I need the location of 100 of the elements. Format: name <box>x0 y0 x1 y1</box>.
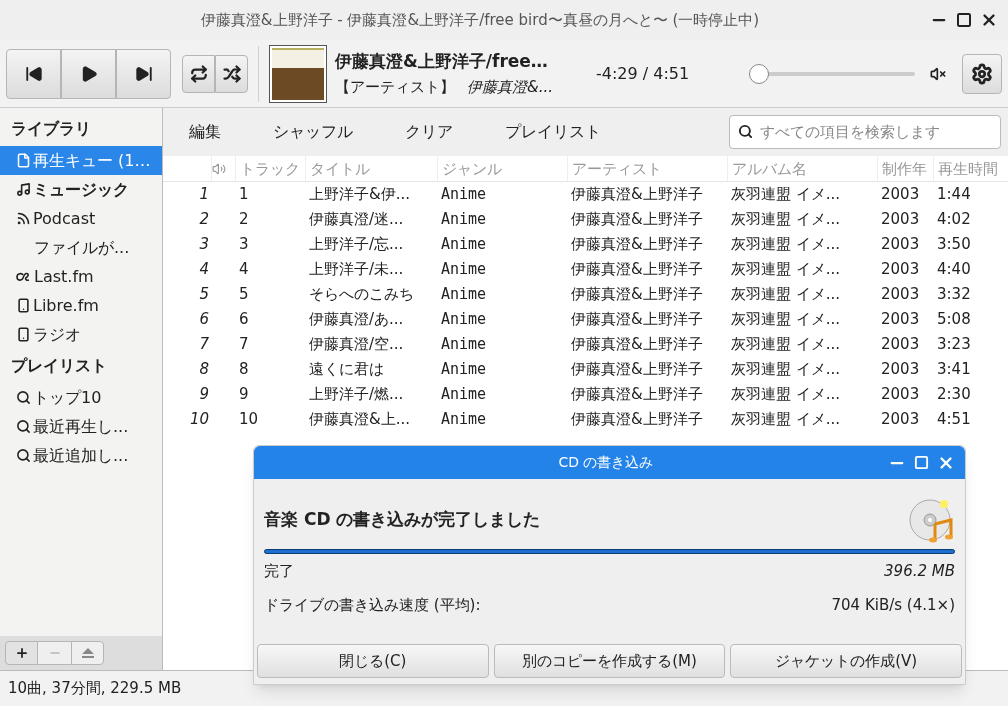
table-cell-text: 2003 <box>880 184 921 206</box>
row-number: 7 <box>198 334 210 356</box>
sidebar-item[interactable]: Last.fm <box>0 262 162 291</box>
seek-slider[interactable] <box>750 63 915 84</box>
table-cell-text: 灰羽連盟 イメ... <box>730 259 842 281</box>
table-cell-text: 伊藤真澄&上野洋子 <box>570 309 704 331</box>
toolbar-button[interactable]: クリア <box>379 112 479 152</box>
table-cell-text: 上野洋子/燃... <box>308 384 405 406</box>
table-cell-text: 2003 <box>880 409 921 431</box>
play-button[interactable] <box>61 48 116 99</box>
speaker-icon <box>212 161 226 176</box>
toolbar-button[interactable]: プレイリスト <box>479 112 627 152</box>
device-icon <box>16 298 31 313</box>
sidebar-item[interactable]: 再生キュー (1… <box>0 146 162 175</box>
sidebar-item[interactable]: Podcast <box>0 204 162 233</box>
sidebar-item[interactable]: ファイルが... <box>0 233 162 262</box>
time-display: -4:29 / 4:51 <box>596 62 691 85</box>
search-icon <box>16 448 31 463</box>
dialog-button[interactable]: 閉じる(C) <box>257 644 489 678</box>
row-number: 9 <box>198 384 210 406</box>
table-cell-text: 伊藤真澄&上... <box>308 409 411 431</box>
eject-icon <box>80 647 95 659</box>
row-number: 2 <box>198 209 210 231</box>
table-cell-text: 5 <box>238 284 250 306</box>
table-cell-text: 上野洋子/未... <box>308 259 405 281</box>
status-bar-text: 10曲, 37分間, 229.5 MB <box>8 678 182 700</box>
toolbar-button[interactable]: シャッフル <box>247 112 379 152</box>
sidebar-item[interactable]: ラジオ <box>0 320 162 349</box>
dialog-button[interactable]: ジャケットの作成(V) <box>730 644 962 678</box>
table-cell-text: 上野洋子/忘... <box>308 234 405 256</box>
toolbar-button[interactable]: 編集 <box>163 112 247 152</box>
track-title: 伊藤真澄&上野洋子/free… <box>335 49 549 73</box>
table-cell-text: 灰羽連盟 イメ... <box>730 359 842 381</box>
table-cell-text: Anime <box>440 259 488 280</box>
table-cell-text: 灰羽連盟 イメ... <box>730 284 842 306</box>
previous-button[interactable] <box>6 48 61 99</box>
rss-icon <box>16 211 31 226</box>
table-cell-text: 1 <box>238 184 250 206</box>
table-cell-text: そらへのこみち <box>308 284 415 306</box>
table-cell-text: Anime <box>440 309 488 330</box>
table-cell-text: 4 <box>238 259 250 281</box>
table-cell-text: 灰羽連盟 イメ... <box>730 384 842 406</box>
sidebar-item[interactable]: Libre.fm <box>0 291 162 320</box>
table-cell-text: 伊藤真澄&上野洋子 <box>570 284 704 306</box>
close-icon[interactable] <box>980 11 998 29</box>
table-cell-text: Anime <box>440 384 488 405</box>
music-note-icon <box>16 182 31 197</box>
speed-label: ドライブの書き込み速度 (平均): <box>264 594 481 616</box>
dialog-button[interactable]: 別のコピーを作成する(M) <box>493 644 726 678</box>
table-cell-text: 伊藤真澄/空... <box>308 334 405 356</box>
table-cell-text: 伊藤真澄/迷... <box>308 209 405 231</box>
row-number: 8 <box>198 359 210 381</box>
table-cell-text: 伊藤真澄&上野洋子 <box>570 259 704 281</box>
artist-label: 【アーティスト】 <box>335 77 455 98</box>
muted-volume-icon[interactable] <box>930 65 946 82</box>
table-cell-text: 灰羽連盟 イメ... <box>730 409 842 431</box>
sidebar-item[interactable]: 最近追加し... <box>0 441 162 470</box>
table-cell-text: 伊藤真澄&上野洋子 <box>570 409 704 431</box>
table-cell-text: Anime <box>440 184 488 205</box>
table-cell-text: 2:30 <box>936 384 972 406</box>
table-cell-text: Anime <box>440 334 488 355</box>
table-cell-text: Anime <box>440 284 488 305</box>
table-cell-text: 伊藤真澄/あ... <box>308 309 405 331</box>
row-number: 10 <box>188 409 210 431</box>
file-icon <box>16 153 31 168</box>
sidebar-heading: プレイリスト <box>10 355 108 377</box>
table-cell-text: 4:40 <box>936 259 972 281</box>
row-number: 6 <box>198 309 210 331</box>
table-cell-text: Anime <box>440 359 488 380</box>
eject-button[interactable] <box>71 641 104 665</box>
table-cell-text: 灰羽連盟 イメ... <box>730 184 842 206</box>
table-cell-text: 2003 <box>880 234 921 256</box>
table-cell-text: 4:51 <box>936 409 972 431</box>
skip-back-icon <box>24 64 43 83</box>
sidebar-item[interactable]: ミュージック <box>0 175 162 204</box>
sidebar-item[interactable]: 最近再生し... <box>0 412 162 441</box>
shuffle-icon <box>222 64 241 83</box>
search-icon <box>16 419 31 434</box>
table-cell-text: 伊藤真澄&上野洋子 <box>570 209 704 231</box>
settings-button[interactable] <box>962 53 1002 94</box>
table-cell-text: 10 <box>238 409 260 431</box>
repeat-icon <box>189 64 208 83</box>
table-cell-text: 3:41 <box>936 359 972 381</box>
search-field[interactable]: すべての項目を検索します <box>729 115 1001 149</box>
table-cell-text: 4:02 <box>936 209 972 231</box>
plus-icon <box>14 646 29 660</box>
table-cell-text: 上野洋子&伊... <box>308 184 411 206</box>
maximize-icon[interactable] <box>956 12 972 28</box>
table-cell-text: 9 <box>238 384 250 406</box>
row-number: 3 <box>198 234 210 256</box>
table-cell-text: 2 <box>238 209 250 231</box>
table-cell-text: 灰羽連盟 イメ... <box>730 209 842 231</box>
shuffle-button[interactable] <box>215 54 248 93</box>
next-button[interactable] <box>116 48 171 99</box>
row-number: 5 <box>198 284 210 306</box>
add-button[interactable] <box>5 641 38 665</box>
table-cell-text: 2003 <box>880 209 921 231</box>
repeat-button[interactable] <box>182 54 215 93</box>
sidebar-item[interactable]: トップ10 <box>0 383 162 412</box>
device-icon <box>16 327 31 342</box>
